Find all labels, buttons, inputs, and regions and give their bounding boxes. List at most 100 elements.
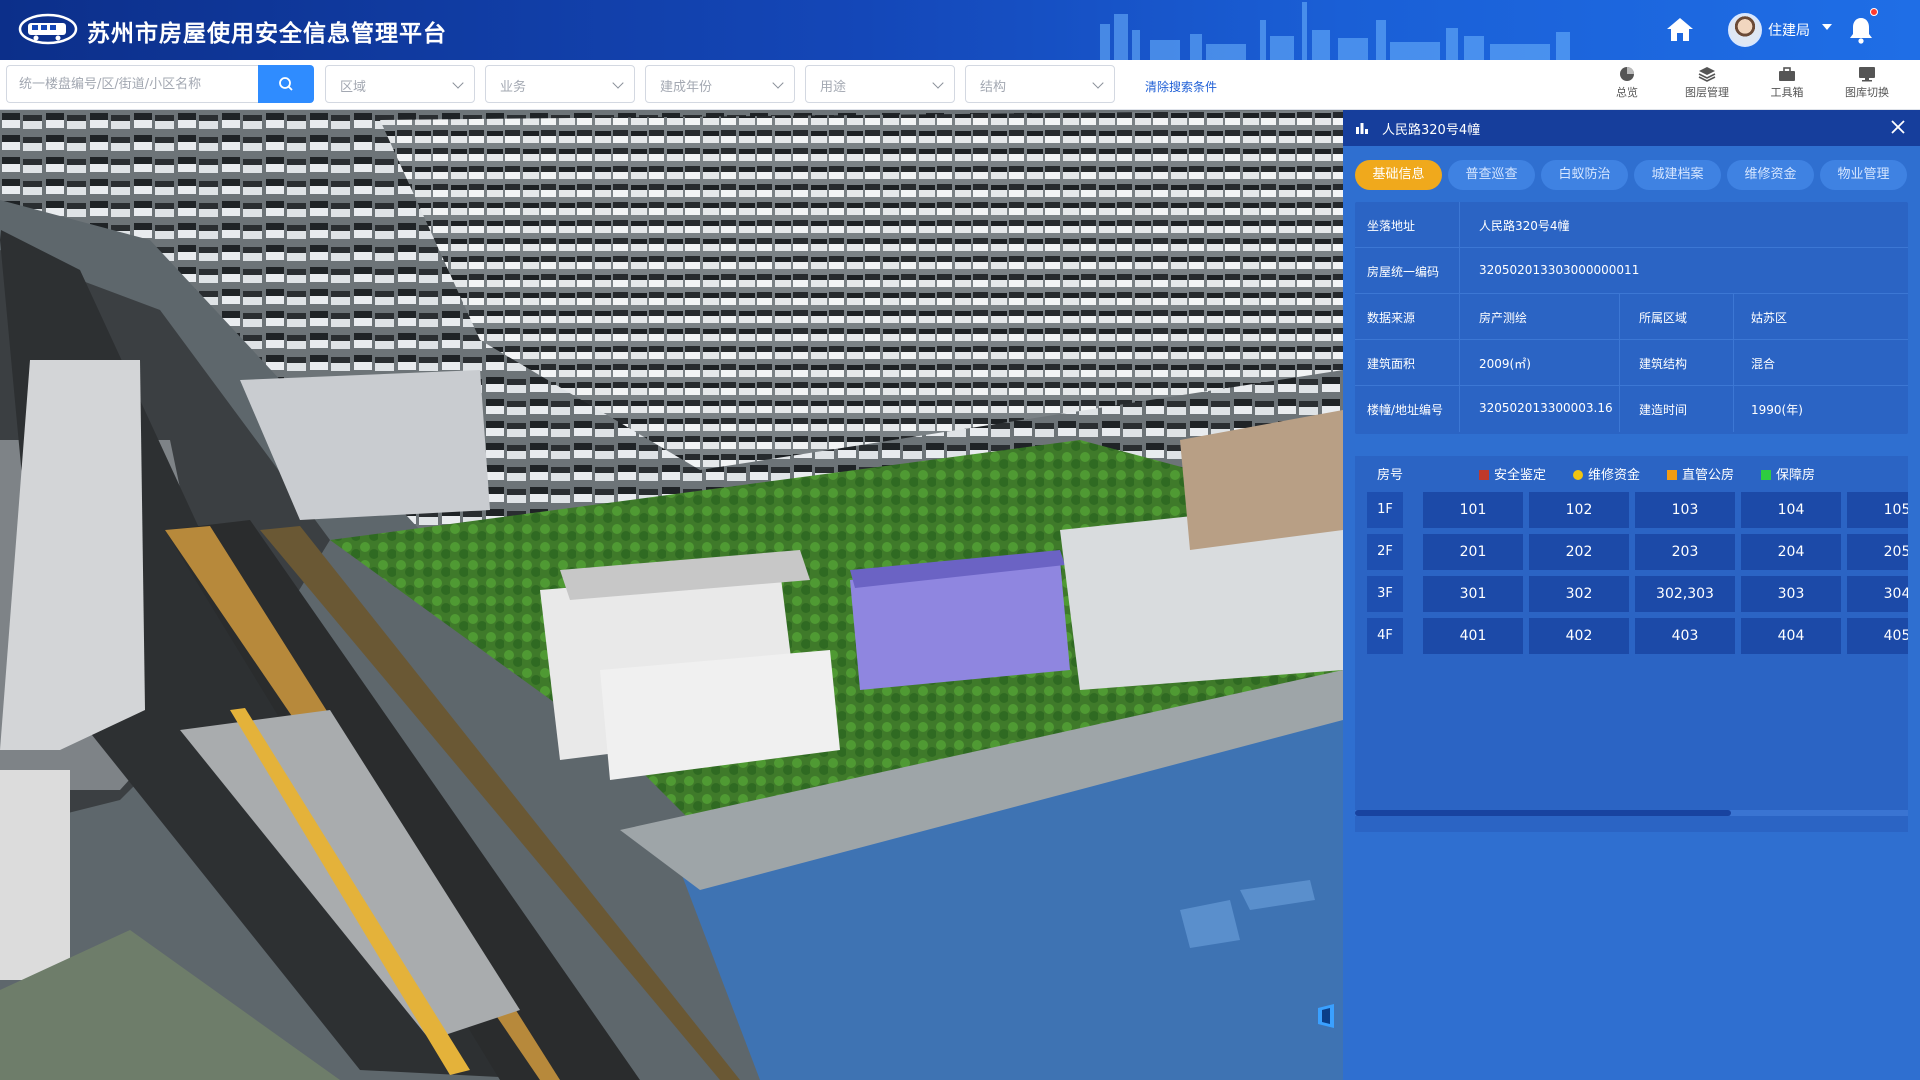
- room-cell[interactable]: 104: [1741, 492, 1841, 528]
- address-label: 坐落地址: [1367, 219, 1416, 233]
- map-control-icon[interactable]: [1314, 1004, 1338, 1028]
- room-cell[interactable]: 202: [1529, 534, 1629, 570]
- search-toolbar: 区域 业务 建成年份 用途 结构 清除搜索条件 总览 图层管理 工具箱: [0, 60, 1920, 110]
- 3d-city-map[interactable]: [0, 110, 1343, 1080]
- region-select-label: 区域: [340, 80, 367, 95]
- toolbox-label: 工具箱: [1770, 86, 1804, 99]
- panel-header: 人民路320号4幢: [1343, 110, 1920, 146]
- chevron-down-icon[interactable]: [1822, 24, 1832, 30]
- room-cell[interactable]: 402: [1529, 618, 1629, 654]
- info-row: 坐落地址 人民路320号4幢: [1355, 202, 1908, 248]
- building-no-label: 楼幢/地址编号: [1367, 403, 1444, 417]
- room-cell[interactable]: 403: [1635, 618, 1735, 654]
- avatar[interactable]: [1728, 13, 1762, 47]
- tab-maintenance-fund[interactable]: 维修资金: [1727, 160, 1814, 190]
- user-name[interactable]: 住建局: [1768, 20, 1810, 40]
- 3d-city-scene[interactable]: [0, 110, 1343, 1080]
- close-icon[interactable]: [1889, 118, 1907, 136]
- room-cell[interactable]: 304: [1847, 576, 1908, 612]
- legend-swatch: [1479, 470, 1489, 480]
- tab-termite-control[interactable]: 白蚁防治: [1541, 160, 1628, 190]
- structure-select[interactable]: 结构: [965, 65, 1115, 103]
- source-label: 数据来源: [1367, 311, 1416, 325]
- tab-urban-archive[interactable]: 城建档案: [1634, 160, 1721, 190]
- legend-maintenance-fund: 维修资金: [1573, 464, 1640, 483]
- room-grid: 房号 安全鉴定 维修资金 直管公房 保障房 1F 101 102 103 104…: [1355, 456, 1908, 832]
- legend-label: 安全鉴定: [1494, 468, 1547, 483]
- bar-chart-icon: [1356, 123, 1368, 134]
- room-cell[interactable]: 404: [1741, 618, 1841, 654]
- scrollbar-thumb[interactable]: [1355, 810, 1731, 816]
- room-cell[interactable]: 205: [1847, 534, 1908, 570]
- tab-survey-patrol[interactable]: 普查巡查: [1448, 160, 1535, 190]
- map-switch-button[interactable]: 图库切换: [1832, 66, 1902, 106]
- region-label: 所属区域: [1639, 311, 1688, 325]
- source-value: 房产测绘: [1479, 311, 1528, 325]
- structure-select-label: 结构: [980, 80, 1007, 95]
- horizontal-scrollbar[interactable]: [1355, 810, 1908, 816]
- legend-swatch: [1573, 470, 1583, 480]
- overview-button[interactable]: 总览: [1592, 66, 1662, 106]
- divider: [1459, 248, 1460, 294]
- search-icon: [279, 77, 293, 91]
- divider: [1619, 294, 1620, 340]
- chevron-down-icon: [612, 77, 624, 89]
- city-skyline-decoration: [1100, 2, 1570, 60]
- tab-basic-info[interactable]: 基础信息: [1355, 160, 1442, 190]
- room-cell[interactable]: 302: [1529, 576, 1629, 612]
- region-value: 姑苏区: [1751, 311, 1788, 325]
- business-select-label: 业务: [500, 80, 527, 95]
- search-button[interactable]: [258, 65, 314, 103]
- room-cell[interactable]: 405: [1847, 618, 1908, 654]
- chevron-down-icon: [932, 77, 944, 89]
- overview-label: 总览: [1616, 86, 1638, 99]
- room-cell[interactable]: 401: [1423, 618, 1523, 654]
- pie-chart-icon: [1620, 67, 1634, 81]
- basic-info-table: 坐落地址 人民路320号4幢 房屋统一编码 320502013303000000…: [1355, 202, 1908, 434]
- legend-safety-appraisal: 安全鉴定: [1479, 464, 1546, 483]
- divider: [1459, 294, 1460, 340]
- toolbox-button[interactable]: 工具箱: [1752, 66, 1822, 106]
- legend-public-housing: 直管公房: [1667, 464, 1734, 483]
- room-number-header: 房号: [1377, 468, 1404, 483]
- room-cell[interactable]: 204: [1741, 534, 1841, 570]
- floor-label: 4F: [1367, 618, 1403, 654]
- usage-select-label: 用途: [820, 80, 847, 95]
- clear-search-button[interactable]: 清除搜索条件: [1145, 78, 1217, 95]
- usage-select[interactable]: 用途: [805, 65, 955, 103]
- floor-label: 3F: [1367, 576, 1403, 612]
- app-header: 苏州市房屋使用安全信息管理平台 住建局: [0, 0, 1920, 60]
- room-cell[interactable]: 103: [1635, 492, 1735, 528]
- address-value: 人民路320号4幢: [1479, 219, 1570, 233]
- room-cell[interactable]: 302,303: [1635, 576, 1735, 612]
- legend-affordable-housing: 保障房: [1761, 464, 1815, 483]
- chevron-down-icon: [452, 77, 464, 89]
- layers-icon: [1698, 67, 1716, 82]
- region-select[interactable]: 区域: [325, 65, 475, 103]
- app-title: 苏州市房屋使用安全信息管理平台: [87, 21, 447, 47]
- room-cell[interactable]: 203: [1635, 534, 1735, 570]
- room-cell[interactable]: 105: [1847, 492, 1908, 528]
- room-cell[interactable]: 303: [1741, 576, 1841, 612]
- layer-management-button[interactable]: 图层管理: [1672, 66, 1742, 106]
- area-label: 建筑面积: [1367, 357, 1416, 371]
- room-cell[interactable]: 102: [1529, 492, 1629, 528]
- room-cell[interactable]: 201: [1423, 534, 1523, 570]
- divider: [1619, 386, 1620, 432]
- notification-dot: [1870, 8, 1878, 16]
- bell-icon[interactable]: [1848, 16, 1874, 44]
- structure-value: 混合: [1751, 357, 1776, 371]
- divider: [1459, 202, 1460, 248]
- search-input[interactable]: [6, 65, 258, 103]
- train-logo-icon: [18, 13, 78, 45]
- building-detail-panel: 人民路320号4幢 基础信息 普查巡查 白蚁防治 城建档案 维修资金 物业管理 …: [1343, 110, 1920, 1080]
- built-year-select[interactable]: 建成年份: [645, 65, 795, 103]
- business-select[interactable]: 业务: [485, 65, 635, 103]
- room-cell[interactable]: 301: [1423, 576, 1523, 612]
- home-icon[interactable]: [1666, 16, 1694, 42]
- info-row: 房屋统一编码 320502013303000000011: [1355, 248, 1908, 294]
- room-cell[interactable]: 101: [1423, 492, 1523, 528]
- structure-label: 建筑结构: [1639, 357, 1688, 371]
- legend-label: 保障房: [1776, 468, 1816, 483]
- tab-property-management[interactable]: 物业管理: [1820, 160, 1907, 190]
